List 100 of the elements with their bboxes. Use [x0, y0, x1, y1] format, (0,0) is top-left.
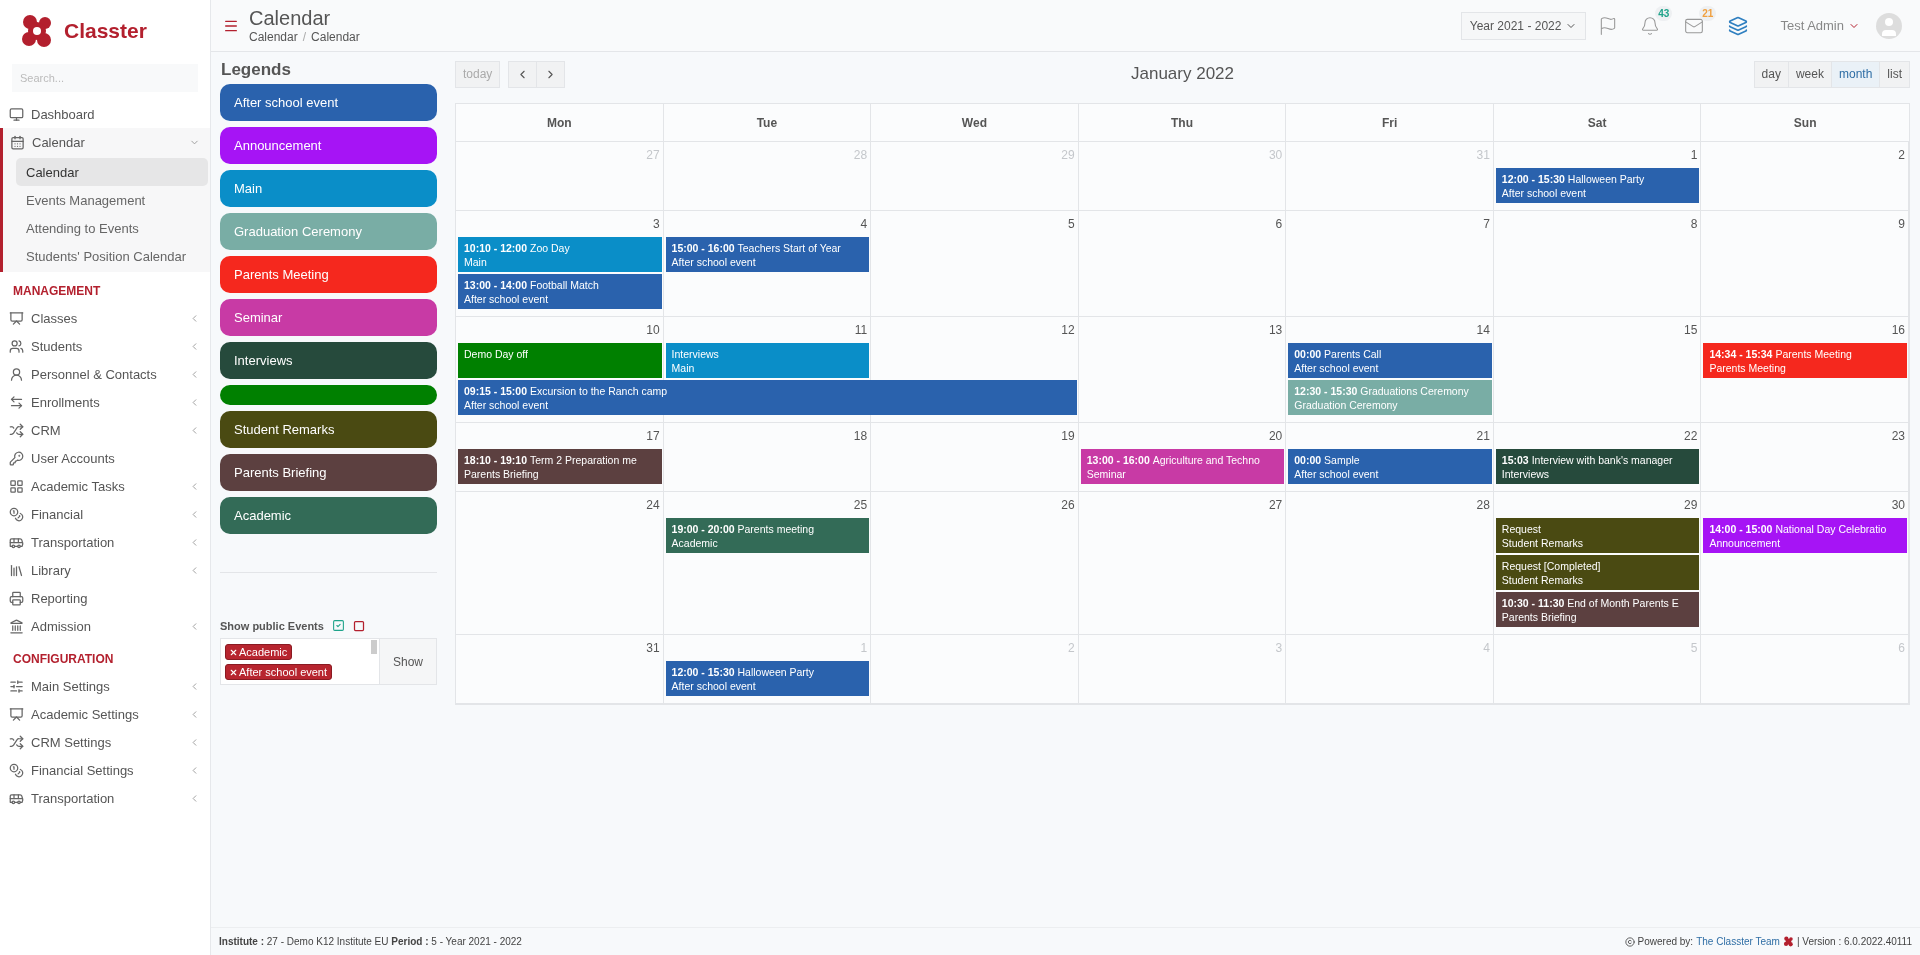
event-category: Student Remarks [1501, 536, 1584, 550]
sidebar-item-icon [10, 134, 25, 150]
event-title: Interviews [671, 347, 720, 361]
sidebar-item-icon [9, 590, 24, 606]
sidebar-item-icon [9, 338, 24, 354]
calendar-event[interactable]: 13:00 - 14:00 Football Match After school event [458, 274, 662, 309]
view-tab[interactable]: week [1787, 60, 1832, 88]
legends-title: Legends [221, 60, 292, 80]
sidebar-item-icon [9, 706, 24, 722]
calendar-event[interactable]: 12:00 - 15:30 Halloween Party After school event [665, 661, 870, 696]
sidebar-item[interactable]: Library [0, 556, 210, 584]
sidebar-item[interactable]: Admission [0, 612, 210, 640]
sidebar-item[interactable]: Personnel & Contacts [0, 360, 210, 388]
calendar-event[interactable]: 15:03 Interview with bank's manager Interviews [1495, 449, 1700, 484]
calendar-event[interactable]: 14:00 - 15:00 National Day Celebratio Announcement [1703, 518, 1907, 553]
event-category: Interviews [1501, 467, 1551, 481]
calendar-event[interactable]: 10:10 - 12:00 Zoo Day Main [458, 237, 662, 272]
breadcrumb-link[interactable]: Calendar [249, 30, 298, 44]
sidebar-item[interactable]: Dashboard [0, 100, 210, 128]
sidebar-subitem[interactable]: Students' Position Calendar [16, 242, 208, 270]
calendar-event[interactable]: 19:00 - 20:00 Parents meeting Academic [665, 518, 870, 553]
breadcrumb-separator: / [302, 30, 307, 44]
event-title: 13:00 - 14:00 Football Match [464, 278, 600, 292]
day-number: 17 [646, 429, 661, 443]
sidebar-item[interactable]: CRM [0, 416, 210, 444]
calendar-event[interactable]: Interviews Main [665, 343, 870, 378]
day-number: 10 [646, 323, 661, 337]
team-link[interactable]: The Classter Team [1696, 936, 1780, 947]
event-category: Parents Briefing [1501, 610, 1578, 624]
view-tab[interactable]: day [1753, 60, 1789, 88]
event-title: 13:00 - 16:00 Agriculture and Techno [1086, 453, 1261, 467]
event-title: 09:15 - 15:00 Excursion to the Ranch camp [464, 384, 669, 398]
calendar-event[interactable]: 18:10 - 19:10 Term 2 Preparation me Parents Briefing [458, 449, 662, 484]
sidebar-item-icon [9, 618, 24, 634]
year-select[interactable]: Year 2021 - 2022 [1460, 11, 1587, 40]
day-number: 5 [1068, 217, 1076, 231]
sidebar-item[interactable]: Calendar [0, 128, 210, 156]
sidebar-item[interactable]: Financial Settings [0, 756, 210, 784]
sidebar-item[interactable]: Financial [0, 500, 210, 528]
section-heading: MANAGEMENT [12, 283, 102, 300]
sidebar-subitem[interactable]: Events Management [16, 186, 208, 214]
logo-icon [20, 13, 54, 49]
legend-item: After school event [220, 84, 437, 121]
footer-info: Institute : 27 - Demo K12 Institute EU Period : 5 - Year 2021 - 2022 [219, 936, 522, 947]
view-tab[interactable]: month [1830, 60, 1881, 88]
calendar-event[interactable]: Request Student Remarks [1495, 518, 1700, 553]
event-title: Demo Day off [464, 347, 529, 361]
event-category: Announcement [1709, 536, 1782, 550]
event-title: 10:10 - 12:00 Zoo Day [464, 241, 571, 255]
calendar-event[interactable]: Demo Day off [458, 343, 662, 378]
view-tab[interactable]: list [1879, 60, 1910, 88]
sidebar-item[interactable]: Transportation [0, 528, 210, 556]
sidebar-item[interactable]: Academic Settings [0, 700, 210, 728]
calendar-event[interactable]: 00:00 Sample After school event [1288, 449, 1492, 484]
event-category: After school event [1501, 186, 1587, 200]
sidebar-item-icon [9, 478, 24, 494]
legend-item: Graduation Ceremony [220, 213, 437, 250]
sidebar-item[interactable]: User Accounts [0, 444, 210, 472]
calendar-title: January 2022 [1130, 64, 1235, 84]
event-title: 14:00 - 15:00 National Day Celebratio [1709, 522, 1888, 536]
checkbox-icon[interactable] [352, 619, 365, 632]
legend-item: Interviews [220, 342, 437, 379]
event-category: Main [671, 361, 696, 375]
sidebar-subitem[interactable]: Calendar [16, 158, 208, 186]
sidebar-item[interactable]: Main Settings [0, 672, 210, 700]
breadcrumb-link[interactable]: Calendar [311, 30, 360, 44]
sidebar-item[interactable]: Transportation [0, 784, 210, 812]
sidebar-item[interactable]: Enrollments [0, 388, 210, 416]
calendar-event[interactable]: 13:00 - 16:00 Agriculture and Techno Seminar [1080, 449, 1285, 484]
event-category: After school event [464, 292, 550, 306]
calendar-event[interactable]: 09:15 - 15:00 Excursion to the Ranch camp After school event [458, 380, 1077, 415]
sidebar-item-icon [9, 734, 24, 750]
event-title: Request [Completed] [1501, 559, 1602, 573]
day-number: 8 [1690, 217, 1699, 231]
legend-item: Main [220, 170, 437, 207]
day-number: 18 [853, 429, 869, 443]
calendar-event[interactable]: 15:00 - 16:00 Teachers Start of Year After school event [665, 237, 870, 272]
sidebar-item[interactable]: Reporting [0, 584, 210, 612]
calendar-event[interactable]: 00:00 Parents Call After school event [1288, 343, 1492, 378]
calendar-event[interactable]: Request [Completed] Student Remarks [1495, 555, 1700, 590]
checkbox-icon[interactable] [331, 619, 345, 632]
sidebar-item[interactable]: Classes [0, 304, 210, 332]
day-number: 15 [1684, 323, 1699, 337]
calendar-event[interactable]: 14:34 - 15:34 Parents Meeting Parents Meeting [1703, 343, 1907, 378]
day-number: 14 [1476, 323, 1491, 337]
sidebar-subitem[interactable]: Attending to Events [16, 214, 208, 242]
sidebar-item-icon [9, 762, 24, 778]
legend-item: Parents Meeting [220, 256, 437, 293]
legend-item: Seminar [220, 299, 437, 336]
sidebar-item[interactable]: CRM Settings [0, 728, 210, 756]
day-number: 20 [1268, 429, 1284, 443]
calendar-event[interactable]: 12:00 - 15:30 Halloween Party After school event [1495, 168, 1700, 203]
search-field[interactable]: Search... [12, 64, 198, 92]
day-number: 1 [1690, 148, 1699, 162]
sidebar-item[interactable]: Academic Tasks [0, 472, 210, 500]
day-number: 12 [1061, 323, 1076, 337]
sidebar-item[interactable]: Students [0, 332, 210, 360]
calendar-event[interactable]: 10:30 - 11:30 End of Month Parents E Parents Briefing [1495, 592, 1700, 627]
event-title: 19:00 - 20:00 Parents meeting [671, 522, 815, 536]
event-category: After school event [671, 679, 757, 693]
